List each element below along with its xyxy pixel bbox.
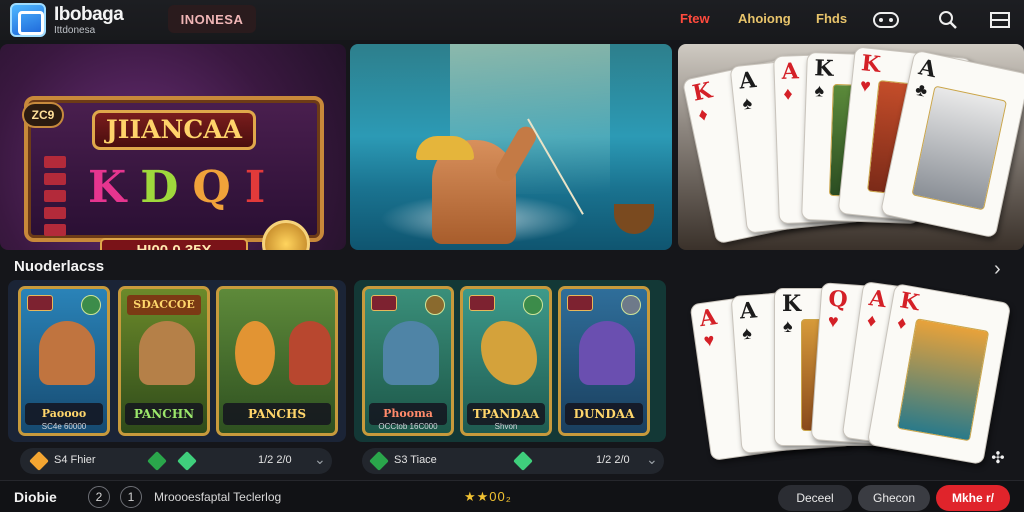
- game-subtitle: SC4e 60000: [41, 422, 87, 431]
- section-title: Nuoderlacss: [14, 258, 105, 275]
- user-circle[interactable]: 2: [88, 486, 110, 508]
- character-art: [289, 321, 331, 385]
- gem-icon: [177, 451, 197, 471]
- badge-icon: [567, 295, 593, 311]
- footer-button-primary[interactable]: Mkhe r/: [936, 485, 1010, 511]
- gem-icon: [147, 451, 167, 471]
- footer-button-1[interactable]: Deceel: [778, 485, 852, 511]
- gamepad-icon[interactable]: [872, 6, 900, 34]
- brand-subtitle: Ittdonesa: [54, 25, 96, 36]
- chevron-down-icon[interactable]: ⌄: [646, 451, 658, 468]
- footer-title: Diobie: [14, 489, 57, 505]
- slot-letter: D: [140, 162, 179, 213]
- game-bar-label: S3 Tiace: [394, 454, 437, 466]
- gem-icon: [369, 451, 389, 471]
- footer-button-2[interactable]: Ghecon: [858, 485, 930, 511]
- game-bar-count: 1/2 2/0: [596, 454, 630, 466]
- user-circle[interactable]: 1: [120, 486, 142, 508]
- game-title: PANCHS: [223, 403, 331, 425]
- character-art: [139, 321, 195, 385]
- hero-cards-banner[interactable]: K ♦ A ♠ A ♦ K ♠ K ♥ A ♣: [678, 44, 1024, 250]
- slot-payout: HI00 0.35X: [100, 238, 248, 250]
- slot-letter: I: [244, 162, 266, 213]
- brand[interactable]: Ibobaga Ittdonesa: [54, 4, 124, 36]
- game-bar-left: S4 Fhier 1/2 2/0 ⌄: [20, 448, 332, 474]
- game-card[interactable]: TPANDAA Shvon: [460, 286, 552, 436]
- slot-tag: ZC9: [22, 102, 64, 128]
- leaf-icon: [81, 295, 101, 315]
- game-card[interactable]: Paoooo SC4e 60000: [18, 286, 110, 436]
- bowl-icon: [614, 204, 654, 234]
- game-bar-label: S4 Fhier: [54, 454, 96, 466]
- badge-icon: [469, 295, 495, 311]
- slot-title: JIIANCAA: [92, 110, 256, 150]
- game-subtitle: Shvon: [494, 422, 518, 431]
- leaf-icon: [621, 295, 641, 315]
- game-card[interactable]: Phooma OCCtob 16C000: [362, 286, 454, 436]
- fisherman-hat: [416, 136, 474, 160]
- fish-art: [383, 321, 439, 385]
- badge-icon: [371, 295, 397, 311]
- character-art: [235, 321, 275, 385]
- badge-icon: [27, 295, 53, 311]
- chevron-down-icon[interactable]: ⌄: [314, 451, 326, 468]
- slot-letter: K: [88, 162, 127, 213]
- leaf-icon: [523, 295, 543, 315]
- character-art: [39, 321, 95, 385]
- settings-icon[interactable]: ✣: [984, 444, 1012, 472]
- gem-icon: [513, 451, 533, 471]
- fish-art: [579, 321, 635, 385]
- game-bar-right: S3 Tiace 1/2 2/0 ⌄: [362, 448, 664, 474]
- game-header: SDACCOE: [127, 295, 201, 315]
- leaf-icon: [425, 295, 445, 315]
- game-title: DUNDAA: [565, 403, 643, 425]
- top-bar: Ibobaga Ittdonesa INONESA Ftew Ahoiong F…: [0, 0, 1024, 40]
- nav-new[interactable]: Ftew: [680, 11, 710, 26]
- slot-letters: K D Q I: [88, 162, 265, 213]
- footer-text: Mroooesfaptal Teclerlog: [154, 490, 282, 504]
- game-title: PANCHN: [125, 403, 203, 425]
- rating-stars: ★★00₂: [464, 489, 512, 504]
- game-card[interactable]: SDACCOE PANCHN: [118, 286, 210, 436]
- menu-icon[interactable]: [986, 6, 1014, 34]
- game-bar-count: 1/2 2/0: [258, 454, 292, 466]
- game-subtitle: OCCtob 16C000: [378, 422, 438, 431]
- search-icon[interactable]: [934, 6, 962, 34]
- bottom-bar: Diobie 2 1 Mroooesfaptal Teclerlog ★★00₂…: [0, 480, 1024, 512]
- hero-fishing-banner[interactable]: [350, 44, 672, 250]
- hero-slot-banner[interactable]: JIIANCAA ZC9 K D Q I HI00 0.35X: [0, 44, 346, 250]
- nav-item-2[interactable]: Ahoiong: [738, 11, 791, 26]
- region-selector[interactable]: INONESA: [168, 5, 256, 33]
- brand-name: Ibobaga: [54, 4, 124, 25]
- game-card[interactable]: PANCHS: [216, 286, 338, 436]
- logo[interactable]: [10, 3, 46, 37]
- gem-icon: [29, 451, 49, 471]
- slot-letter: Q: [192, 162, 231, 213]
- chevron-right-icon[interactable]: ›: [994, 258, 1001, 281]
- slot-reel-markers: [44, 156, 66, 236]
- nav-item-3[interactable]: Fhds: [816, 11, 847, 26]
- fish-art: [481, 321, 537, 385]
- game-card[interactable]: DUNDAA: [558, 286, 650, 436]
